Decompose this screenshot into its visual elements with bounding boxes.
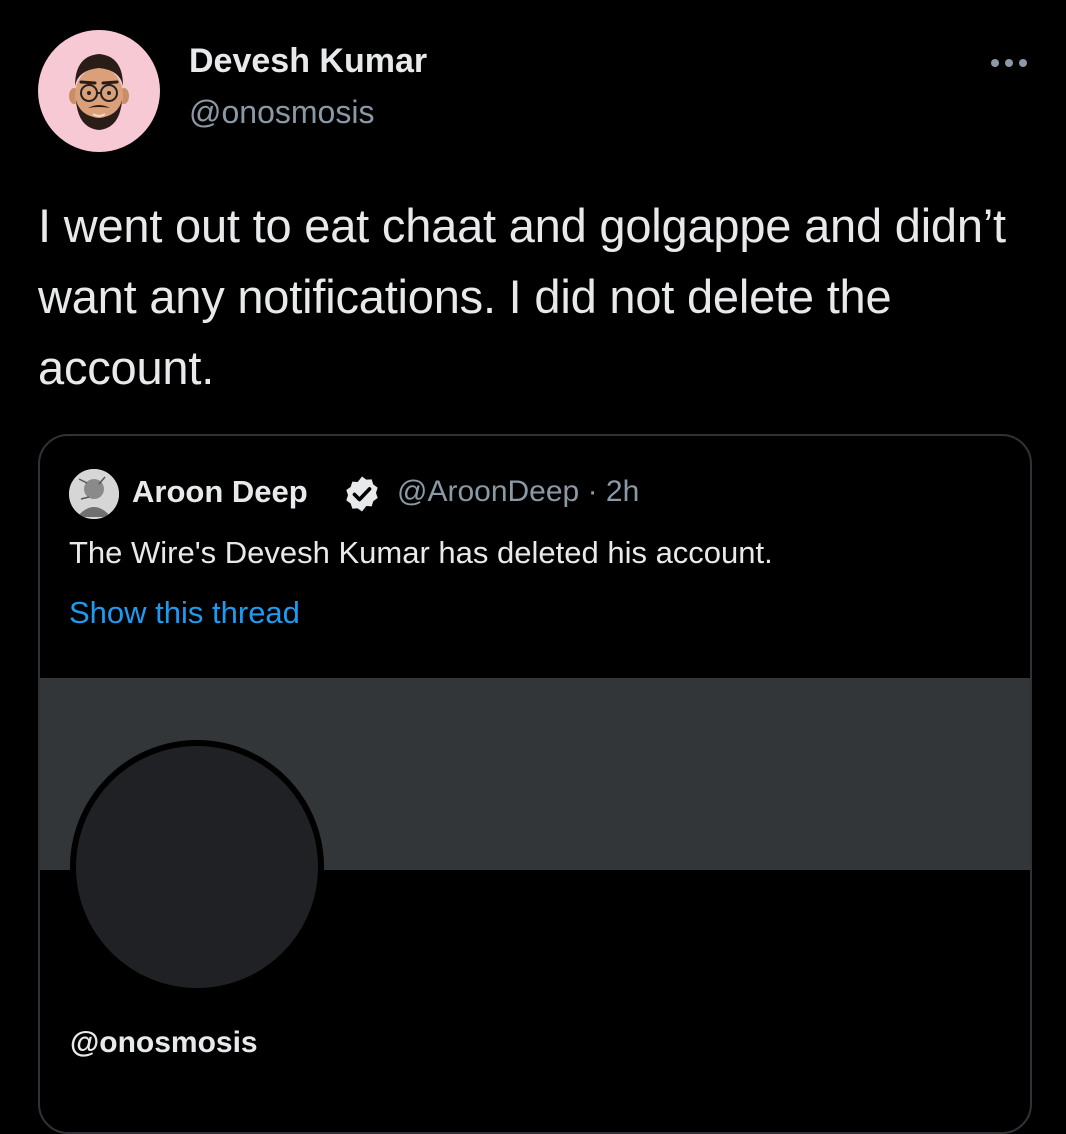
verified-badge-icon bbox=[346, 476, 378, 512]
author-handle[interactable]: @onosmosis bbox=[189, 94, 374, 131]
quoted-avatar-icon bbox=[69, 469, 119, 519]
profile-card-handle: @onosmosis bbox=[70, 1026, 258, 1059]
author-name[interactable]: Devesh Kumar bbox=[189, 42, 427, 81]
more-options-icon bbox=[991, 59, 1027, 67]
quoted-tweet-time[interactable]: · 2h bbox=[588, 475, 640, 508]
quoted-author-name[interactable]: Aroon Deep bbox=[132, 474, 308, 510]
quoted-tweet-text: The Wire's Devesh Kumar has deleted his … bbox=[69, 535, 773, 570]
memoji-avatar-icon bbox=[69, 54, 129, 130]
profile-card-avatar bbox=[70, 740, 324, 994]
quoted-tweet-card[interactable]: Aroon Deep @AroonDeep · 2h The Wire's De… bbox=[38, 434, 1032, 1134]
tweet-text: I went out to eat chaat and golgappe and… bbox=[38, 199, 1006, 394]
more-options-button[interactable] bbox=[984, 48, 1034, 78]
quoted-author-handle-and-time: @AroonDeep · 2h bbox=[397, 475, 639, 509]
show-thread-link[interactable]: Show this thread bbox=[69, 595, 300, 631]
quoted-author-avatar[interactable] bbox=[69, 469, 119, 519]
author-avatar[interactable] bbox=[38, 30, 160, 152]
quoted-author-handle[interactable]: @AroonDeep bbox=[397, 475, 579, 508]
